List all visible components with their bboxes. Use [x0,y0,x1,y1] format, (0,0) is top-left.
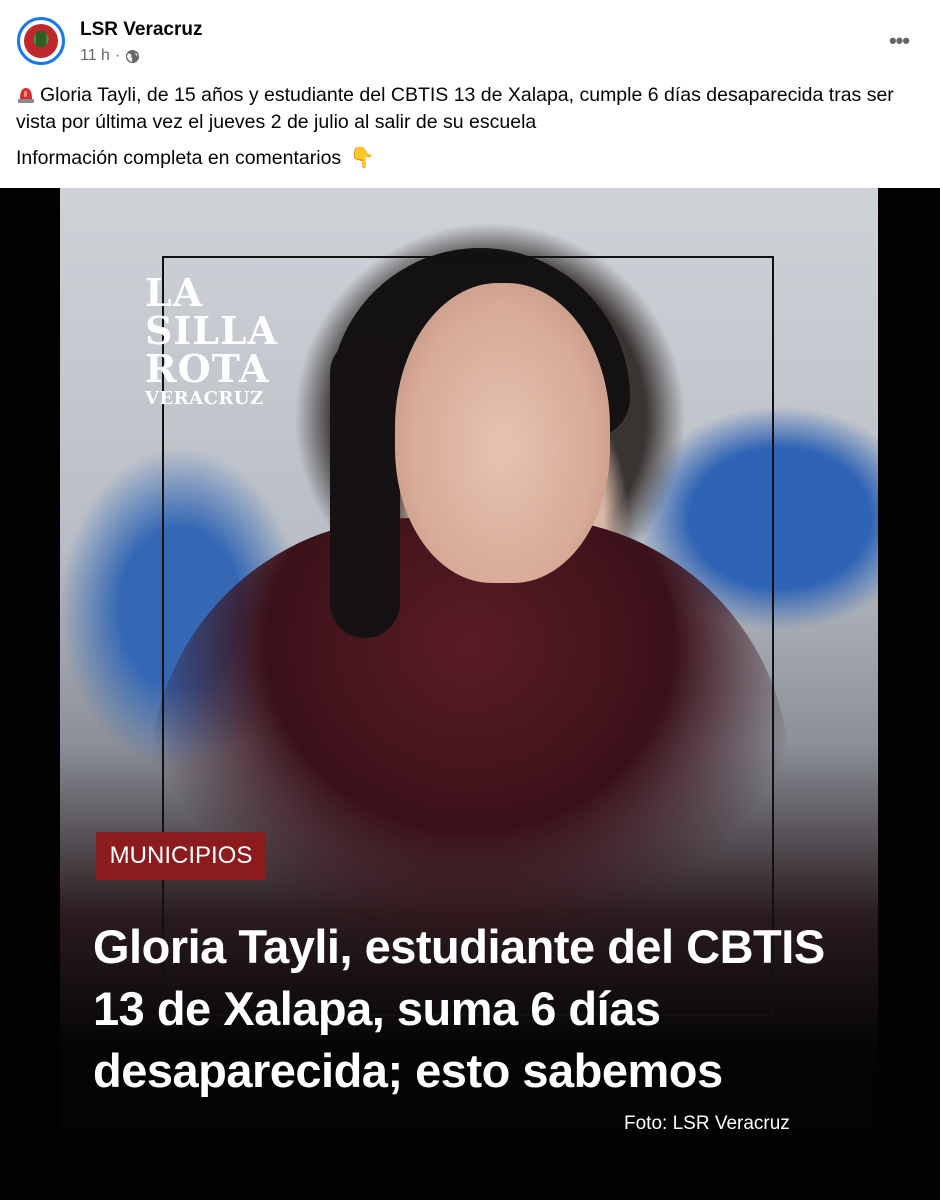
pointing-down-icon: 👇 [349,147,375,169]
siren-icon [18,88,34,103]
globe-icon[interactable] [125,49,140,64]
logo-line-4: VERACRUZ [145,388,264,409]
facebook-post: LSR Veracruz 11 h · ••• Gloria Tayli, de… [0,0,940,1200]
post-time[interactable]: 11 h [80,47,110,65]
more-options-icon[interactable]: ••• [886,28,912,54]
category-badge: MUNICIPIOS [96,832,266,880]
post-image[interactable]: LA SILLA ROTA VERACRUZ MUNICIPIOS Gloria… [0,188,940,1200]
post-header: LSR Veracruz 11 h · ••• [0,0,940,78]
caption-text-2: Información completa en comentarios [16,147,342,169]
post-meta: 11 h · [80,47,140,65]
caption-paragraph-2: Información completa en comentarios 👇 [16,145,921,172]
la-silla-rota-logo: LA SILLA ROTA VERACRUZ [145,274,278,408]
photo-credit: Foto: LSR Veracruz [624,1113,790,1134]
page-avatar[interactable] [17,17,65,65]
logo-line-2: SILLA [145,308,279,353]
caption-paragraph-1: Gloria Tayli, de 15 años y estudiante de… [16,82,921,136]
image-headline: Gloria Tayli, estudiante del CBTIS 13 de… [93,920,825,1097]
page-name[interactable]: LSR Veracruz [80,19,203,41]
post-caption: Gloria Tayli, de 15 años y estudiante de… [16,82,921,172]
logo-line-1: LA [145,270,204,315]
avatar-logo-icon [24,24,58,58]
caption-text-1: Gloria Tayli, de 15 años y estudiante de… [16,84,894,133]
meta-separator: · [114,47,121,64]
logo-line-3: ROTA [145,346,270,391]
